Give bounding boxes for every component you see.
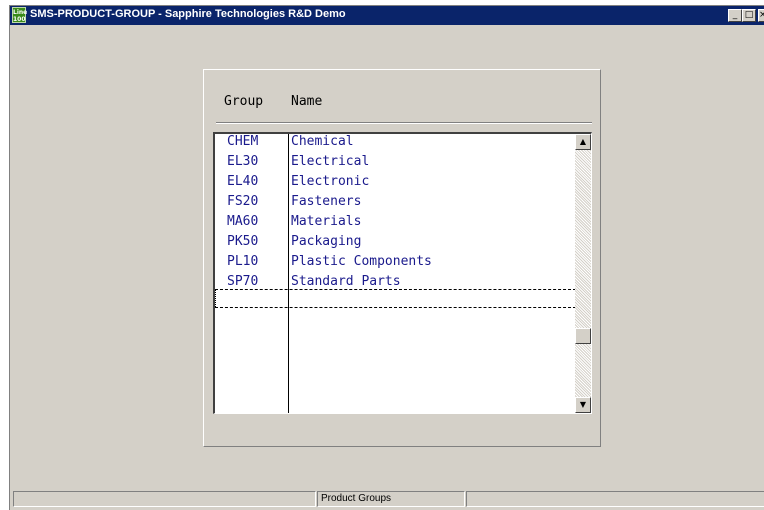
scroll-up-button[interactable]: ▲ (575, 134, 591, 150)
status-pane-left (13, 491, 316, 507)
column-header-name: Name (291, 94, 323, 109)
app-icon[interactable]: Line 100 (12, 7, 27, 23)
group-name: Standard Parts (291, 274, 401, 289)
group-code: EL30 (227, 154, 259, 169)
app-window: Line 100 SMS-PRODUCT-GROUP - Sapphire Te… (9, 5, 764, 510)
group-name: Materials (291, 214, 362, 229)
list-row[interactable]: EL30 Electrical (215, 154, 576, 174)
group-code: MA60 (227, 214, 259, 229)
group-code: CHEM (227, 134, 259, 149)
column-header-group: Group (224, 94, 264, 109)
scroll-down-button[interactable]: ▼ (575, 397, 591, 413)
title-bar[interactable]: Line 100 SMS-PRODUCT-GROUP - Sapphire Te… (10, 6, 764, 25)
group-code: SP70 (227, 274, 259, 289)
header-divider (216, 122, 592, 124)
maximize-button[interactable]: □ (742, 9, 756, 22)
window-title: SMS-PRODUCT-GROUP - Sapphire Technologie… (30, 8, 346, 20)
list-row[interactable]: MA60 Materials (215, 214, 576, 234)
list-row[interactable]: PL10 Plastic Components (215, 254, 576, 274)
status-pane-right (466, 491, 764, 507)
group-name: Fasteners (291, 194, 362, 209)
group-name: Plastic Components (291, 254, 432, 269)
focus-indicator (215, 290, 216, 307)
scroll-thumb[interactable] (575, 328, 591, 344)
group-name: Electrical (291, 154, 370, 169)
group-code: EL40 (227, 174, 259, 189)
list-row[interactable]: EL40 Electronic (215, 174, 576, 194)
group-code: FS20 (227, 194, 259, 209)
product-group-list[interactable]: CHEM Chemical EL30 Electrical EL40 Elect… (213, 132, 592, 414)
group-code: PL10 (227, 254, 259, 269)
group-name: Packaging (291, 234, 362, 249)
list-row[interactable]: PK50 Packaging (215, 234, 576, 254)
list-scrollbar[interactable]: ▲ ▼ (575, 134, 591, 413)
status-pane-center: Product Groups (317, 491, 465, 507)
product-group-panel: Group Name CHEM Chemical EL30 Electrical… (203, 69, 601, 447)
list-row[interactable]: CHEM Chemical (215, 134, 576, 154)
close-button[interactable]: × (758, 9, 764, 22)
status-bar: Product Groups (10, 488, 764, 510)
minimize-button[interactable]: _ (728, 9, 742, 22)
group-code: PK50 (227, 234, 259, 249)
group-name: Chemical (291, 134, 354, 149)
group-name: Electronic (291, 174, 370, 189)
list-row[interactable]: FS20 Fasteners (215, 194, 576, 214)
new-entry-row[interactable] (215, 289, 576, 308)
